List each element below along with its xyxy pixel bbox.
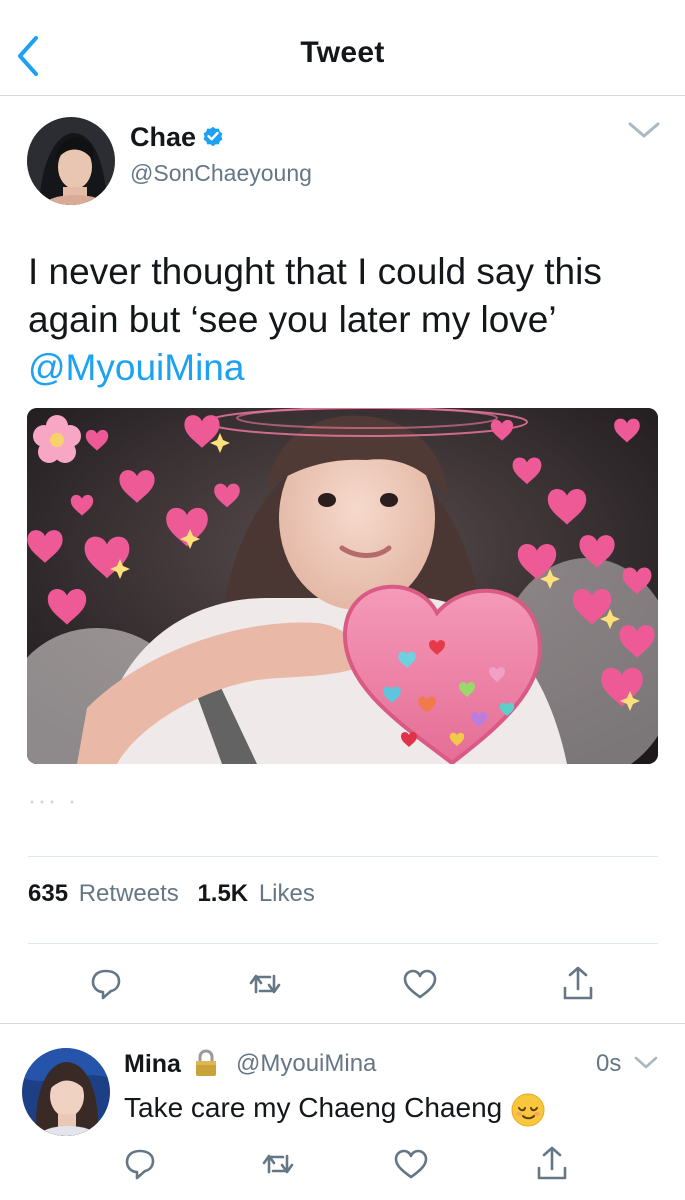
- reply-like-button[interactable]: [389, 1142, 433, 1186]
- reply-options-button[interactable]: [632, 1052, 660, 1074]
- tweet-options-button[interactable]: [622, 114, 666, 148]
- like-count: 1.5K: [197, 880, 249, 907]
- retweet-icon: [249, 974, 281, 994]
- reply-author-avatar[interactable]: [22, 1048, 110, 1136]
- chevron-down-icon: [634, 1056, 658, 1069]
- top-bar: Tweet: [0, 0, 685, 96]
- reply-author-name[interactable]: Mina: [124, 1050, 181, 1079]
- reply-text-content: Take care my Chaeng Chaeng: [124, 1092, 503, 1123]
- relieved-face-emoji-icon: [511, 1093, 545, 1127]
- reply-icon: [125, 1149, 155, 1180]
- lock-icon: [196, 1049, 216, 1076]
- like-icon: [394, 1149, 428, 1179]
- reply-retweet-button[interactable]: [256, 1142, 300, 1186]
- reply-icon: [91, 969, 121, 1000]
- reply-button[interactable]: [84, 962, 128, 1006]
- tweet-text-line2: again but ‘see you later my love’: [28, 299, 557, 340]
- stats-bottom-divider: [28, 943, 658, 944]
- tweet-text-line1: I never thought that I could say this: [28, 251, 602, 292]
- tweet-text: I never thought that I could say this ag…: [28, 248, 658, 392]
- likes-link[interactable]: Likes: [259, 880, 315, 907]
- author-name[interactable]: Chae: [130, 122, 196, 153]
- like-button[interactable]: [398, 962, 442, 1006]
- stats-top-divider: [28, 856, 658, 857]
- page-title: Tweet: [300, 36, 385, 69]
- reply-timestamp: 0s: [596, 1050, 622, 1077]
- reply-text: Take care my Chaeng Chaeng: [124, 1090, 546, 1128]
- author-avatar[interactable]: [27, 117, 115, 205]
- retweet-button[interactable]: [243, 962, 287, 1006]
- mention-link[interactable]: @MyouiMina: [28, 344, 658, 392]
- faint-divider-mark: [30, 800, 74, 804]
- chevron-down-icon: [628, 122, 660, 138]
- tweet-stats: 635 Retweets 1.5K Likes: [28, 880, 327, 908]
- reply-share-button[interactable]: [530, 1142, 574, 1186]
- retweets-link[interactable]: Retweets: [79, 880, 179, 907]
- share-icon: [563, 966, 593, 1000]
- reply-reply-button[interactable]: [118, 1142, 162, 1186]
- reply-section-divider: [0, 1023, 685, 1024]
- verified-badge-icon: [203, 126, 223, 147]
- share-button[interactable]: [556, 962, 600, 1006]
- author-handle[interactable]: @SonChaeyoung: [130, 160, 312, 187]
- retweet-count: 635: [28, 880, 69, 907]
- tweet-media-image[interactable]: [27, 408, 658, 764]
- reply-author-handle[interactable]: @MyouiMina: [236, 1050, 376, 1078]
- retweet-icon: [262, 1154, 294, 1174]
- like-icon: [403, 969, 437, 999]
- share-icon: [537, 1146, 567, 1180]
